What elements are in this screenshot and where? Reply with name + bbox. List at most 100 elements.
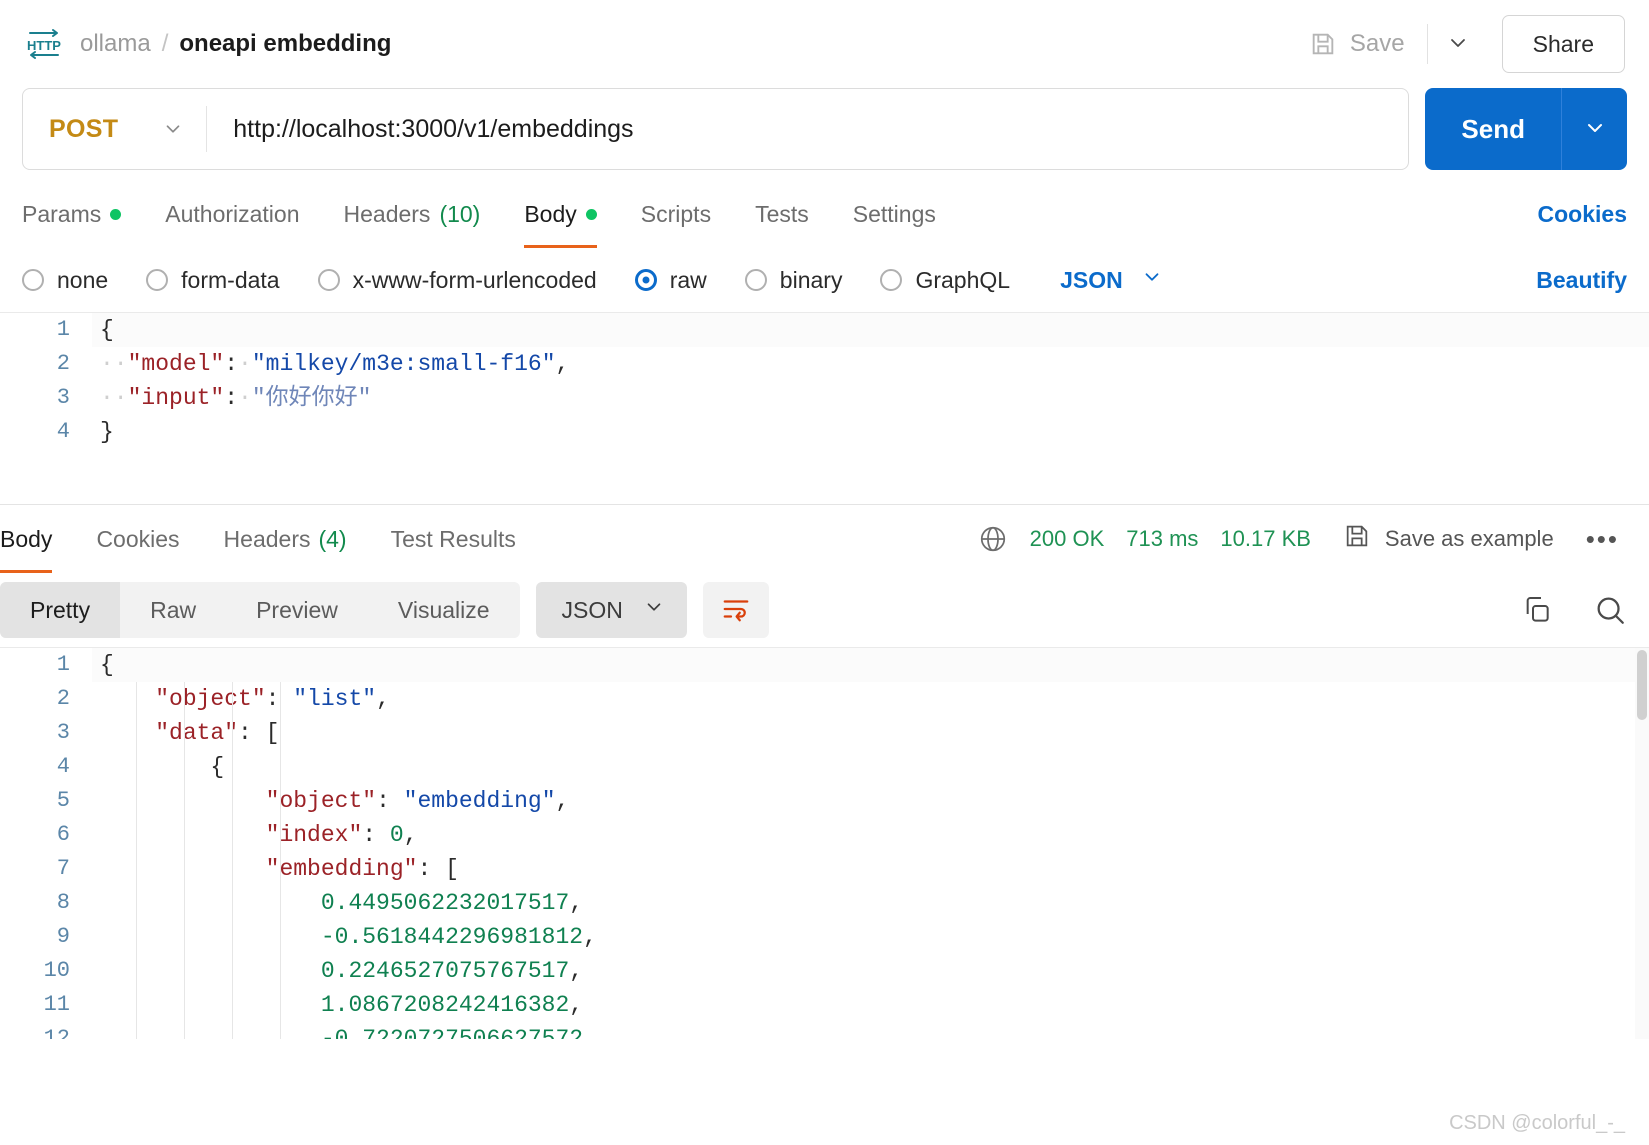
send-options-button[interactable] (1561, 88, 1627, 170)
tab-tests[interactable]: Tests (733, 180, 831, 248)
code-text: -0.7220727506627572, (320, 1026, 597, 1039)
code-text: { (100, 754, 225, 780)
tab-label: Settings (852, 200, 936, 227)
response-tab-headers[interactable]: Headers (4) (202, 505, 369, 573)
code-line: 1{ (0, 648, 1649, 682)
body-type-graphql[interactable]: GraphQL (880, 267, 1010, 294)
chevron-down-icon (162, 118, 184, 140)
svg-text:HTTP: HTTP (27, 38, 61, 53)
breadcrumb-separator: / (161, 30, 169, 57)
chevron-down-icon (1446, 31, 1470, 58)
header-actions: Save Share (1303, 15, 1625, 73)
save-button[interactable]: Save (1303, 24, 1419, 64)
response-body-editor[interactable]: 1{2 "object": "list", 3 "data": [4 {5 "ob… (0, 647, 1649, 1039)
view-label: Visualize (397, 596, 490, 623)
ellipsis-icon[interactable]: ••• (1578, 524, 1627, 555)
view-label: Pretty (30, 596, 91, 623)
body-type-raw[interactable]: raw (634, 266, 707, 294)
send-button[interactable]: Send (1425, 88, 1561, 170)
code-line: 10 0.2246527075767517, (0, 954, 1649, 988)
copy-icon[interactable] (1521, 594, 1553, 626)
line-number: 8 (56, 890, 70, 915)
body-type-binary[interactable]: binary (744, 267, 842, 294)
save-as-example-button[interactable]: Save as example (1343, 522, 1554, 556)
view-visualize[interactable]: Visualize (368, 582, 520, 638)
body-type-row: none form-data x-www-form-urlencoded raw… (0, 248, 1649, 312)
code-text: ··"model":·"milkey/m3e:small-f16", (100, 351, 570, 377)
request-header: HTTP ollama / oneapi embedding Save Shar… (0, 0, 1649, 88)
breadcrumb-collection[interactable]: ollama (80, 30, 151, 58)
page-title: oneapi embedding (179, 30, 392, 57)
share-label: Share (1532, 30, 1594, 57)
code-text: "object": "embedding", (265, 788, 570, 814)
radio-icon (146, 269, 169, 291)
view-preview[interactable]: Preview (226, 582, 368, 638)
code-line: 12 -0.7220727506627572, (0, 1022, 1649, 1039)
code-text: ··"input":·"你好你好" (100, 385, 372, 411)
line-number: 2 (56, 351, 70, 376)
save-options-button[interactable] (1432, 22, 1484, 66)
code-text: 0.2246527075767517, (320, 958, 584, 984)
response-tab-cookies[interactable]: Cookies (74, 505, 201, 573)
tab-params[interactable]: Params (22, 180, 143, 248)
response-tab-body[interactable]: Body (0, 505, 74, 573)
method-selector[interactable]: POST (23, 89, 206, 169)
body-type-form-data[interactable]: form-data (146, 266, 280, 294)
tab-label: Body (0, 525, 53, 552)
tab-headers[interactable]: Headers (10) (322, 180, 503, 248)
view-raw[interactable]: Raw (120, 582, 226, 638)
search-icon[interactable] (1593, 593, 1627, 627)
code-line: 4} (0, 415, 1649, 449)
chevron-down-icon (1583, 116, 1607, 143)
code-line: 4 { (0, 750, 1649, 784)
radio-icon (317, 269, 340, 291)
response-format-selector[interactable]: JSON (535, 582, 687, 638)
save-as-example-label: Save as example (1384, 526, 1554, 551)
chevron-down-icon (643, 596, 665, 624)
radio-label: form-data (181, 266, 280, 293)
breadcrumb: ollama / oneapi embedding (80, 30, 391, 58)
line-number: 1 (56, 652, 70, 677)
line-number: 4 (56, 419, 70, 444)
share-button[interactable]: Share (1501, 15, 1625, 73)
body-type-none[interactable]: none (22, 267, 108, 294)
send-button-group: Send (1425, 88, 1627, 170)
format-label: JSON (1060, 266, 1123, 293)
radio-label: raw (669, 266, 707, 293)
radio-icon (880, 269, 903, 291)
cookies-link[interactable]: Cookies (1538, 201, 1627, 228)
code-text: 1.0867208242416382, (320, 992, 584, 1018)
line-number: 11 (43, 992, 70, 1017)
request-format-selector[interactable]: JSON (1060, 266, 1163, 294)
postman-window: HTTP ollama / oneapi embedding Save Shar… (0, 0, 1649, 1145)
method-label: POST (49, 114, 119, 143)
line-number: 5 (56, 788, 70, 813)
response-tab-test-results[interactable]: Test Results (369, 505, 538, 573)
code-line: 9 -0.5618442296981812, (0, 920, 1649, 954)
code-line: 2 "object": "list", (0, 682, 1649, 716)
line-number: 10 (43, 958, 70, 983)
word-wrap-button[interactable] (702, 582, 769, 638)
request-body-editor[interactable]: 1{2 ··"model":·"milkey/m3e:small-f16", 3 ··… (0, 312, 1649, 494)
line-number: 3 (56, 385, 70, 410)
beautify-button[interactable]: Beautify (1536, 267, 1627, 294)
send-label: Send (1461, 113, 1525, 144)
code-line: 5 "object": "embedding", (0, 784, 1649, 818)
line-number: 7 (56, 856, 70, 881)
status-badge: 200 OK (1029, 526, 1105, 551)
radio-label: GraphQL (915, 266, 1011, 293)
url-input[interactable]: http://localhost:3000/v1/embeddings (207, 115, 1408, 144)
radio-selected-icon (634, 269, 657, 291)
scrollbar-thumb[interactable] (1637, 650, 1647, 720)
body-type-urlencoded[interactable]: x-www-form-urlencoded (317, 267, 597, 294)
tab-settings[interactable]: Settings (831, 180, 958, 248)
view-pretty[interactable]: Pretty (0, 582, 121, 638)
code-text: "index": 0, (265, 822, 418, 848)
tab-body[interactable]: Body (502, 180, 618, 248)
response-scrollbar[interactable] (1635, 648, 1649, 1039)
tab-count: (10) (439, 200, 481, 227)
tab-authorization[interactable]: Authorization (143, 180, 321, 248)
tab-scripts[interactable]: Scripts (619, 180, 733, 248)
code-text: -0.5618442296981812, (320, 924, 597, 950)
tab-label: Scripts (640, 200, 712, 227)
